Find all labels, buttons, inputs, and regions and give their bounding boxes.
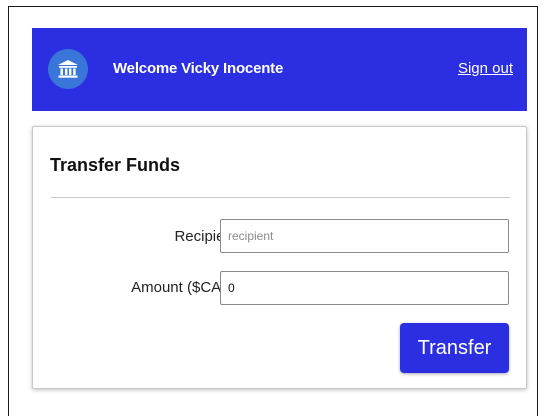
bank-icon (48, 49, 88, 89)
transfer-card: Transfer Funds Recipient Amount ($CAD) T… (32, 126, 527, 389)
amount-input[interactable] (220, 271, 509, 305)
divider (51, 197, 510, 198)
app-header: Welcome Vicky Inocente Sign out (32, 28, 527, 111)
transfer-button[interactable]: Transfer (400, 323, 509, 373)
recipient-input[interactable] (220, 219, 509, 253)
card-title: Transfer Funds (50, 155, 181, 175)
sign-out-link[interactable]: Sign out (458, 60, 513, 78)
bank-icon-glyph (58, 60, 78, 78)
welcome-message: Welcome Vicky Inocente (113, 60, 284, 77)
